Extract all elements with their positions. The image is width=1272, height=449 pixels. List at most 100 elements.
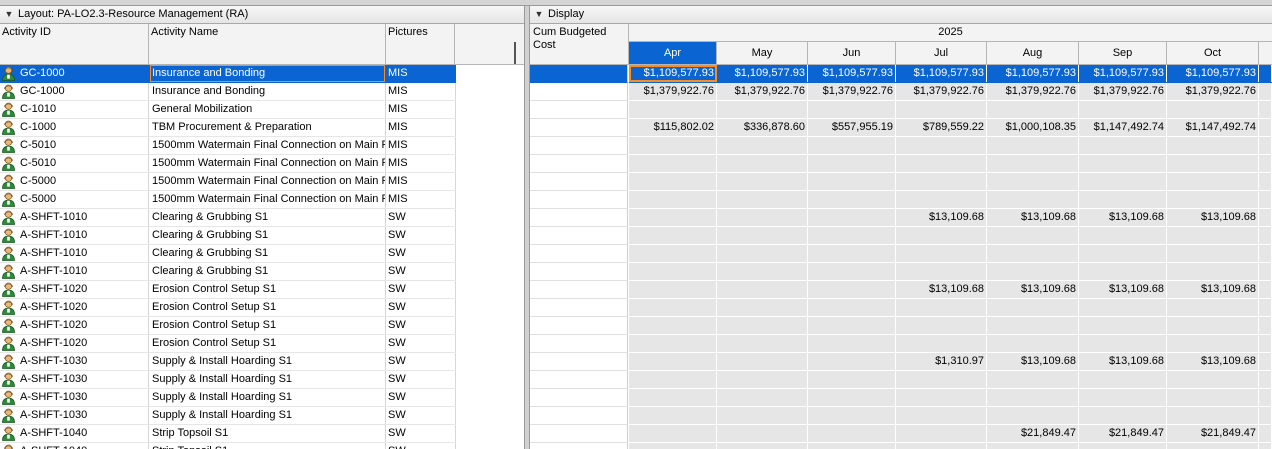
month-value-cell[interactable] <box>717 155 808 172</box>
month-value-cell[interactable] <box>896 191 987 208</box>
activity-name-cell[interactable]: Strip Topsoil S1 <box>150 425 385 442</box>
activity-name-cell[interactable]: 1500mm Watermain Final Connection on Mai… <box>150 137 385 154</box>
month-value-cell[interactable] <box>1167 101 1259 118</box>
activity-name-cell[interactable]: Clearing & Grubbing S1 <box>150 227 385 244</box>
cum-budgeted-cost-cell[interactable] <box>530 299 628 317</box>
month-value-cell-partial[interactable] <box>1259 299 1272 316</box>
month-value-cell[interactable] <box>717 353 808 370</box>
table-row[interactable]: A-SHFT-1040 Strip Topsoil S1SW <box>0 425 456 443</box>
activity-id-cell[interactable]: A-SHFT-1010 <box>0 245 148 262</box>
table-row[interactable]: C-1000 TBM Procurement & Preparation MIS <box>0 119 456 137</box>
activity-id-cell[interactable]: GC-1000 <box>0 65 148 82</box>
pictures-cell[interactable]: SW <box>387 209 454 226</box>
month-header[interactable]: Aug <box>987 42 1079 65</box>
month-value-cell[interactable] <box>1079 299 1167 316</box>
table-row[interactable]: A-SHFT-1030 Supply & Install Hoarding S1 S… <box>0 353 456 371</box>
month-value-cell[interactable]: $13,109.68 <box>896 209 987 226</box>
pictures-cell[interactable]: SW <box>387 245 454 262</box>
month-value-cell[interactable] <box>987 335 1079 352</box>
pictures-cell[interactable]: MIS <box>387 137 454 154</box>
month-value-cell[interactable] <box>808 443 896 449</box>
month-value-cell[interactable] <box>717 227 808 244</box>
month-value-cell[interactable] <box>808 389 896 406</box>
pictures-cell[interactable]: SW <box>387 407 454 424</box>
cum-budgeted-cost-cell[interactable] <box>530 443 628 449</box>
month-value-cell[interactable] <box>1079 335 1167 352</box>
month-value-cell[interactable] <box>717 209 808 226</box>
month-value-cell[interactable] <box>896 371 987 388</box>
pictures-cell[interactable]: SW <box>387 425 454 442</box>
month-value-cell-partial[interactable] <box>1259 407 1272 424</box>
month-value-cell[interactable] <box>1079 317 1167 334</box>
month-value-cell[interactable] <box>629 353 717 370</box>
month-value-cell[interactable] <box>808 155 896 172</box>
table-row[interactable]: A-SHFT-1010 Clearing & Grubbing S1 SW <box>0 263 456 281</box>
month-value-cell[interactable] <box>808 227 896 244</box>
month-value-cell-partial[interactable] <box>1259 425 1272 442</box>
activity-id-cell[interactable]: A-SHFT-1010 <box>0 263 148 280</box>
cum-budgeted-cost-cell[interactable] <box>530 227 628 245</box>
chevron-down-icon[interactable]: ▼ <box>530 6 548 23</box>
month-value-cell[interactable]: $13,109.68 <box>987 281 1079 298</box>
month-value-cell[interactable] <box>987 227 1079 244</box>
month-value-cell-partial[interactable] <box>1259 245 1272 262</box>
table-row[interactable]: C-1010 General Mobilization MIS <box>0 101 456 119</box>
month-value-cell[interactable] <box>1079 263 1167 280</box>
month-value-cell[interactable] <box>896 335 987 352</box>
month-value-cell[interactable] <box>1167 137 1259 154</box>
month-value-cell[interactable] <box>717 245 808 262</box>
column-resize-handle[interactable] <box>514 42 516 64</box>
activity-id-cell[interactable]: C-5010 <box>0 155 148 172</box>
month-value-cell[interactable] <box>808 299 896 316</box>
cum-budgeted-cost-cell[interactable] <box>530 371 628 389</box>
month-value-cell[interactable] <box>1167 173 1259 190</box>
cum-budgeted-cost-cell[interactable] <box>530 245 628 263</box>
month-value-cell[interactable] <box>987 389 1079 406</box>
cum-budgeted-cost-cell[interactable] <box>530 425 628 443</box>
activity-name-cell[interactable]: TBM Procurement & Preparation <box>150 119 385 136</box>
activity-id-cell[interactable]: GC-1000 <box>0 83 148 100</box>
month-value-cell[interactable] <box>629 101 717 118</box>
activity-id-cell[interactable]: A-SHFT-1020 <box>0 335 148 352</box>
month-value-cell[interactable] <box>808 317 896 334</box>
month-value-cell[interactable]: $1,109,577.93 <box>808 65 896 82</box>
month-value-cell[interactable] <box>1167 317 1259 334</box>
activity-name-cell[interactable]: Clearing & Grubbing S1 <box>150 263 385 280</box>
pictures-cell[interactable]: SW <box>387 353 454 370</box>
month-value-cell[interactable]: $789,559.22 <box>896 119 987 136</box>
month-value-cell[interactable] <box>1079 407 1167 424</box>
table-row[interactable]: A-SHFT-1020 Erosion Control Setup S1 SW <box>0 299 456 317</box>
month-header[interactable]: Sep <box>1079 42 1167 65</box>
month-value-cell[interactable] <box>896 245 987 262</box>
month-value-cell[interactable] <box>987 137 1079 154</box>
month-header[interactable]: Jul <box>896 42 987 65</box>
month-header[interactable]: Jun <box>808 42 896 65</box>
month-value-cell[interactable] <box>717 407 808 424</box>
month-value-cell[interactable] <box>808 245 896 262</box>
cum-budgeted-cost-cell[interactable] <box>530 209 628 227</box>
month-value-cell[interactable] <box>1079 227 1167 244</box>
cum-budgeted-cost-cell[interactable] <box>530 191 628 209</box>
month-value-cell[interactable] <box>717 263 808 280</box>
month-value-cell[interactable]: $336,878.60 <box>717 119 808 136</box>
table-row[interactable]: A-SHFT-1030 Supply & Install Hoarding S1 S… <box>0 389 456 407</box>
month-value-cell[interactable] <box>1167 443 1259 449</box>
month-value-cell[interactable] <box>987 191 1079 208</box>
month-value-cell[interactable] <box>717 371 808 388</box>
layout-panel-header[interactable]: ▼ Layout: PA-LO2.3-Resource Management (R… <box>0 6 524 24</box>
table-row[interactable]: C-5010 1500mm Watermain Final Connection … <box>0 155 456 173</box>
month-value-cell[interactable] <box>1167 155 1259 172</box>
month-value-cell[interactable] <box>629 173 717 190</box>
month-value-cell[interactable] <box>896 425 987 442</box>
month-value-cell[interactable]: $13,109.68 <box>896 281 987 298</box>
table-row[interactable]: A-SHFT-1030 Supply & Install Hoarding S1 S… <box>0 407 456 425</box>
month-value-cell[interactable]: $115,802.02 <box>629 119 717 136</box>
month-value-cell-partial[interactable] <box>1259 101 1272 118</box>
month-value-cell[interactable] <box>987 299 1079 316</box>
pictures-cell[interactable]: SW <box>387 281 454 298</box>
month-value-cell[interactable] <box>808 407 896 424</box>
month-value-cell[interactable] <box>629 281 717 298</box>
month-value-cell[interactable] <box>1167 407 1259 424</box>
pictures-cell[interactable]: SW <box>387 335 454 352</box>
month-value-cell[interactable] <box>629 371 717 388</box>
